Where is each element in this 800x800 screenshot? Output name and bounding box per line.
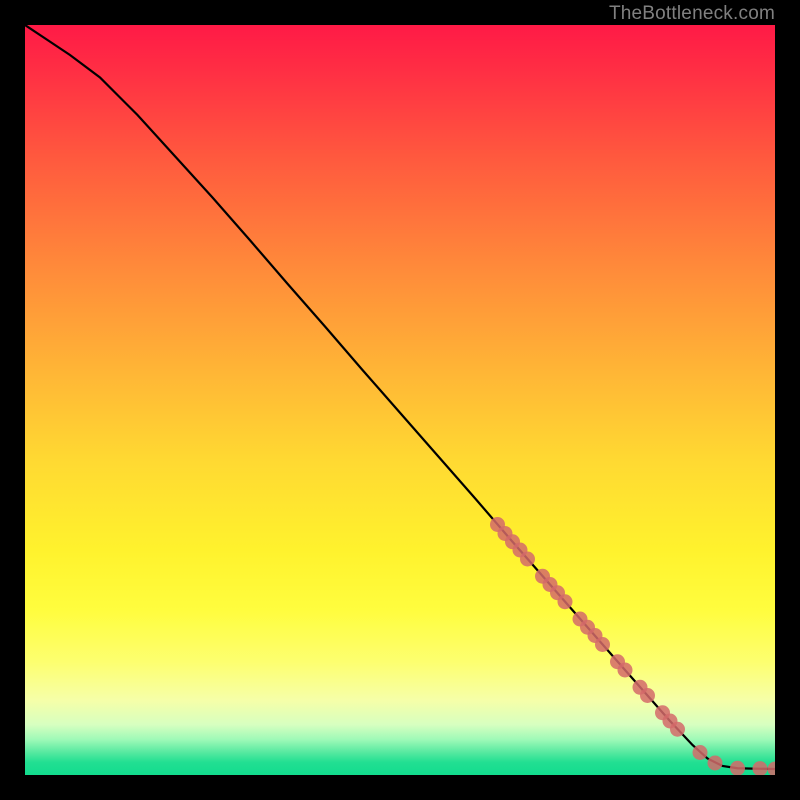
data-marker — [618, 663, 633, 678]
plot-area — [25, 25, 775, 775]
data-marker — [753, 761, 768, 775]
data-marker — [768, 762, 776, 776]
data-marker — [670, 722, 685, 737]
data-marker — [595, 637, 610, 652]
chart-frame: TheBottleneck.com — [0, 0, 800, 800]
marker-group — [490, 517, 775, 775]
data-marker — [558, 594, 573, 609]
chart-svg — [25, 25, 775, 775]
data-marker — [708, 756, 723, 771]
data-marker — [730, 761, 745, 775]
bottleneck-curve — [25, 25, 775, 769]
data-marker — [693, 745, 708, 760]
data-marker — [520, 552, 535, 567]
data-marker — [640, 688, 655, 703]
watermark-text: TheBottleneck.com — [609, 3, 775, 25]
